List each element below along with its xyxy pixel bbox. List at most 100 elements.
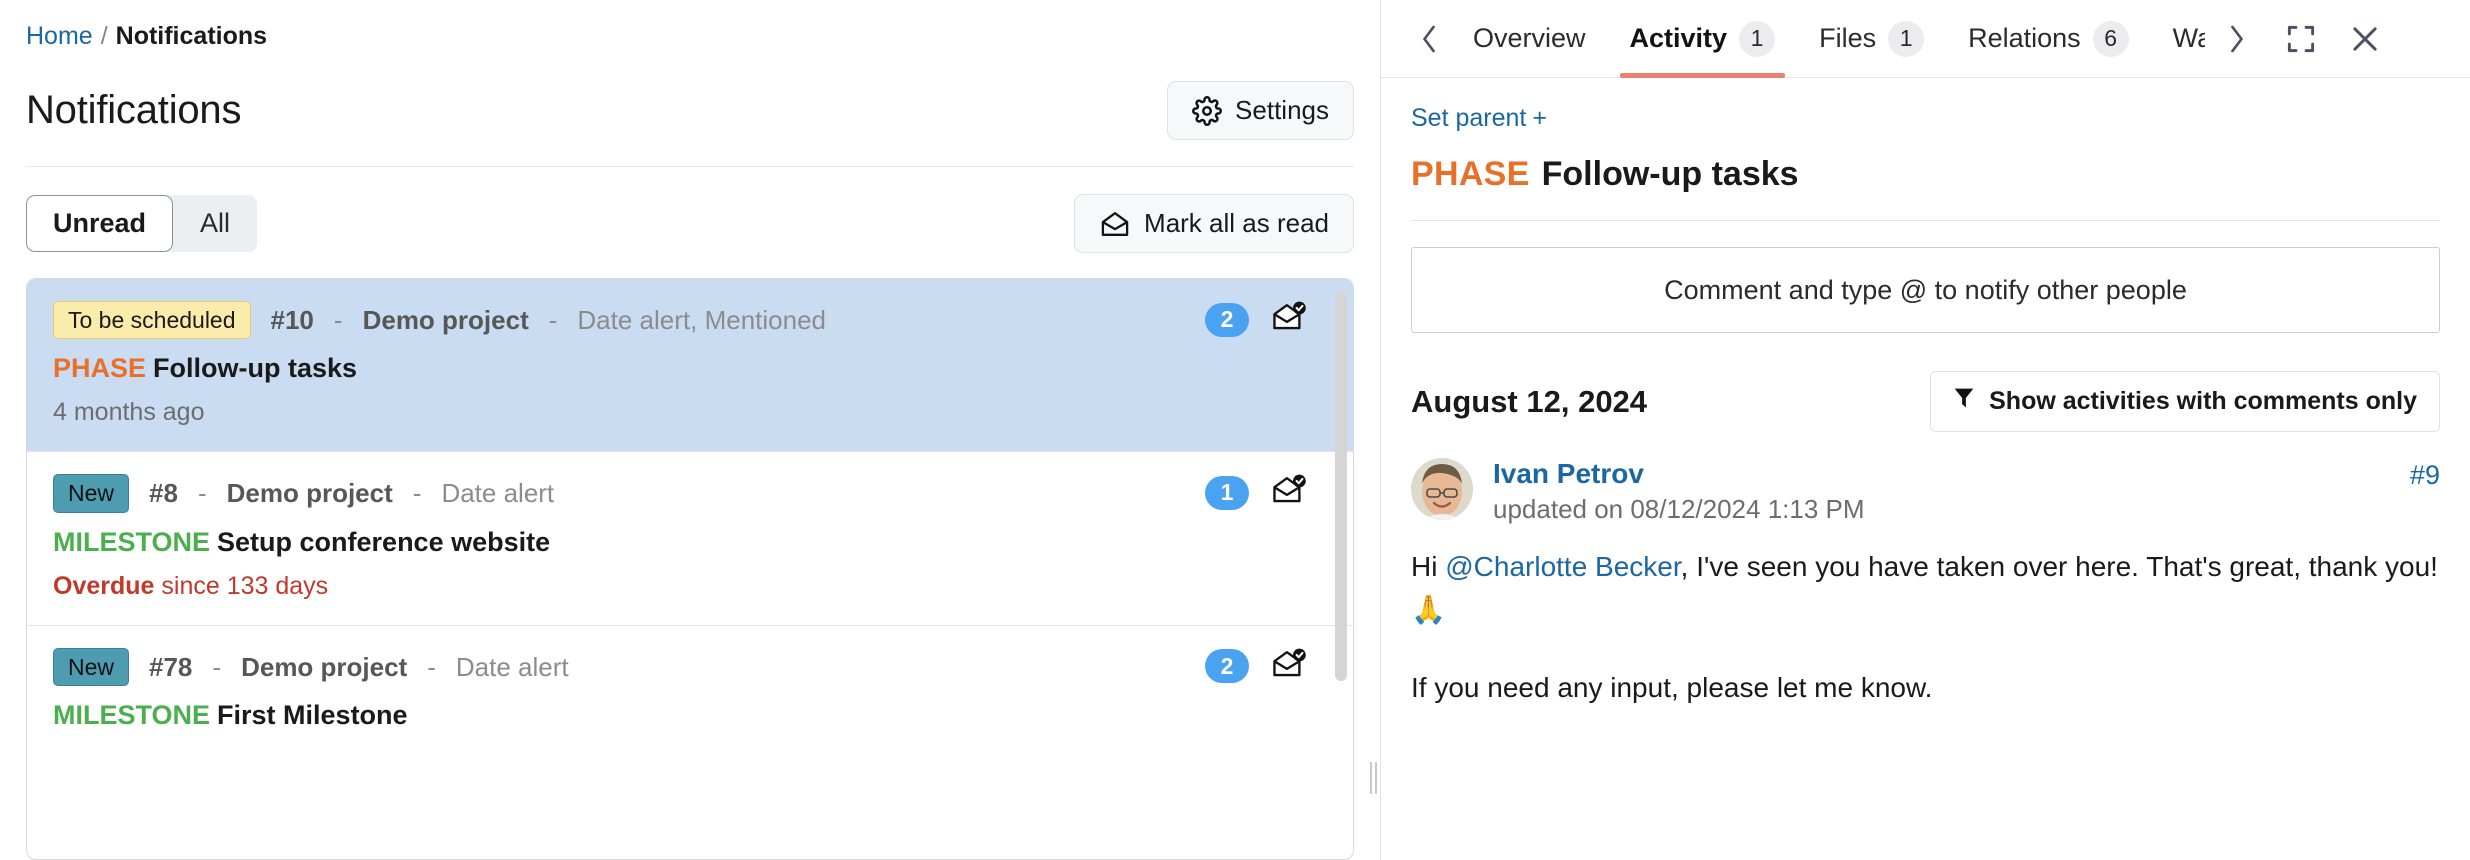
notification-dash: - bbox=[333, 304, 343, 335]
comment-timestamp: updated on 08/12/2024 1:13 PM bbox=[1493, 494, 1865, 524]
notification-id: #8 bbox=[149, 478, 178, 509]
tab-list: Overview Activity 1 Files 1 Relations 6 … bbox=[1451, 0, 2205, 78]
notification-dash: - bbox=[427, 651, 436, 682]
work-package-type: MILESTONE bbox=[53, 700, 211, 731]
notification-dash: - bbox=[548, 304, 558, 335]
notification-actions: 2 bbox=[1205, 301, 1307, 338]
tab-watchers[interactable]: Wa bbox=[2151, 0, 2205, 78]
notification-count-badge: 2 bbox=[1205, 302, 1249, 337]
avatar[interactable] bbox=[1411, 458, 1473, 520]
panel-resize-handle[interactable] bbox=[1366, 760, 1380, 796]
tab-files[interactable]: Files 1 bbox=[1797, 0, 1946, 78]
notification-actions: 1 bbox=[1205, 474, 1307, 511]
tab-relations-label: Relations bbox=[1968, 23, 2081, 53]
tab-watchers-label: Wa bbox=[2172, 23, 2205, 53]
show-comments-only-label: Show activities with comments only bbox=[1989, 387, 2417, 415]
mark-as-read-icon[interactable] bbox=[1271, 474, 1307, 511]
work-package-subject: Follow-up tasks bbox=[1541, 155, 1799, 193]
gear-icon bbox=[1192, 95, 1223, 126]
show-comments-only-button[interactable]: Show activities with comments only bbox=[1930, 371, 2440, 432]
app-root: Home / Notifications Notifications Setti… bbox=[0, 0, 2470, 860]
settings-button-label: Settings bbox=[1235, 95, 1329, 125]
work-package-header: Set parent + PHASE Follow-up tasks bbox=[1381, 78, 2470, 221]
status-badge: New bbox=[53, 474, 130, 513]
set-parent-button[interactable]: Set parent + bbox=[1411, 104, 1547, 133]
notification-list-inner: To be scheduled #10 - Demo project - Dat… bbox=[27, 279, 1353, 859]
activity-date-row: August 12, 2024 Show activities with com… bbox=[1411, 371, 2440, 432]
work-package-detail-panel: Overview Activity 1 Files 1 Relations 6 … bbox=[1381, 0, 2470, 860]
notification-item[interactable]: New #8 - Demo project - Date alert MILES… bbox=[27, 451, 1353, 624]
status-badge: New bbox=[53, 647, 130, 687]
notification-meta: 4 months ago bbox=[53, 398, 205, 427]
notification-project: Demo project bbox=[226, 478, 393, 509]
notification-meta: Overdue since 133 days bbox=[53, 572, 1327, 601]
tab-overview-label: Overview bbox=[1473, 23, 1586, 53]
comment-body: Hi @Charlotte Becker, I've seen you have… bbox=[1411, 545, 2440, 709]
set-parent-label: Set parent bbox=[1411, 104, 1527, 132]
comment-input-placeholder: Comment and type @ to notify other peopl… bbox=[1664, 274, 2187, 305]
notification-project: Demo project bbox=[241, 651, 408, 682]
overdue-duration: since 133 days bbox=[161, 571, 329, 600]
notification-count-badge: 1 bbox=[1205, 475, 1249, 510]
avatar-photo bbox=[1411, 458, 1473, 520]
tabbar-controls bbox=[2209, 11, 2393, 67]
mark-as-read-icon[interactable] bbox=[1271, 648, 1307, 685]
notification-item[interactable]: New #78 - Demo project - Date alert MILE… bbox=[27, 624, 1353, 755]
tab-relations[interactable]: Relations 6 bbox=[1946, 0, 2151, 78]
comment-input[interactable]: Comment and type @ to notify other peopl… bbox=[1411, 247, 2440, 333]
notification-reason: Date alert bbox=[455, 651, 569, 682]
user-mention[interactable]: @Charlotte Becker bbox=[1445, 551, 1680, 582]
tab-relations-count: 6 bbox=[2092, 20, 2129, 57]
notification-dash: - bbox=[197, 478, 207, 509]
mark-all-as-read-button[interactable]: Mark all as read bbox=[1074, 194, 1354, 253]
settings-button[interactable]: Settings bbox=[1167, 81, 1354, 140]
notification-header: To be scheduled #10 - Demo project - Dat… bbox=[53, 301, 1327, 340]
mark-all-as-read-label: Mark all as read bbox=[1144, 208, 1329, 238]
filter-funnel-icon bbox=[1953, 386, 1975, 417]
work-package-subject: Follow-up tasks bbox=[153, 353, 358, 384]
resize-grip-line bbox=[1374, 762, 1377, 794]
notifications-panel: Home / Notifications Notifications Setti… bbox=[0, 0, 1380, 860]
notification-header: New #78 - Demo project - Date alert bbox=[53, 647, 1327, 687]
close-icon[interactable] bbox=[2337, 11, 2393, 67]
comment-paragraph-2: If you need any input, please let me kno… bbox=[1411, 671, 1933, 703]
tab-files-count: 1 bbox=[1888, 20, 1925, 57]
tab-overview[interactable]: Overview bbox=[1451, 0, 1608, 78]
comment-author[interactable]: Ivan Petrov bbox=[1493, 458, 1865, 490]
resize-grip-line bbox=[1369, 762, 1372, 794]
notification-project: Demo project bbox=[362, 304, 529, 335]
notification-subject-row: PHASE Follow-up tasks bbox=[53, 353, 1327, 384]
work-package-type: PHASE bbox=[53, 353, 147, 384]
tab-activity[interactable]: Activity 1 bbox=[1608, 0, 1798, 78]
notification-header: New #8 - Demo project - Date alert bbox=[53, 474, 1327, 513]
filter-all-button[interactable]: All bbox=[173, 195, 257, 252]
mark-as-read-icon[interactable] bbox=[1271, 301, 1307, 338]
status-badge: To be scheduled bbox=[53, 301, 251, 340]
plus-icon: + bbox=[1532, 104, 1547, 132]
activity-comment: Ivan Petrov updated on 08/12/2024 1:13 P… bbox=[1411, 458, 2440, 709]
chevron-right-icon[interactable] bbox=[2209, 11, 2265, 67]
notification-dash: - bbox=[412, 478, 422, 509]
page-title-row: Notifications Settings bbox=[0, 51, 1380, 140]
notification-subject-row: MILESTONE Setup conference website bbox=[53, 527, 1327, 558]
notification-id: #78 bbox=[149, 651, 193, 682]
notification-list-scrollbar[interactable] bbox=[1335, 291, 1347, 681]
activity-date-heading: August 12, 2024 bbox=[1411, 383, 1648, 419]
fullscreen-icon[interactable] bbox=[2273, 11, 2329, 67]
breadcrumb-home-link[interactable]: Home bbox=[26, 22, 93, 51]
notification-actions: 2 bbox=[1205, 648, 1307, 685]
page-title: Notifications bbox=[26, 88, 242, 132]
overdue-label: Overdue bbox=[53, 571, 155, 600]
chevron-left-icon[interactable] bbox=[1407, 9, 1451, 69]
notification-list: To be scheduled #10 - Demo project - Dat… bbox=[26, 278, 1354, 860]
comment-number-link[interactable]: #9 bbox=[2410, 460, 2440, 491]
comment-header: Ivan Petrov updated on 08/12/2024 1:13 P… bbox=[1411, 458, 2440, 525]
notification-reason: Date alert bbox=[441, 478, 555, 509]
filter-unread-button[interactable]: Unread bbox=[26, 195, 174, 252]
work-package-type: PHASE bbox=[1411, 155, 1530, 193]
work-package-title: PHASE Follow-up tasks bbox=[1411, 155, 2440, 194]
notification-item[interactable]: To be scheduled #10 - Demo project - Dat… bbox=[27, 279, 1353, 452]
open-envelope-check-icon bbox=[1099, 210, 1131, 238]
comment-meta: Ivan Petrov updated on 08/12/2024 1:13 P… bbox=[1493, 458, 1865, 525]
detail-tabbar: Overview Activity 1 Files 1 Relations 6 … bbox=[1381, 0, 2470, 78]
